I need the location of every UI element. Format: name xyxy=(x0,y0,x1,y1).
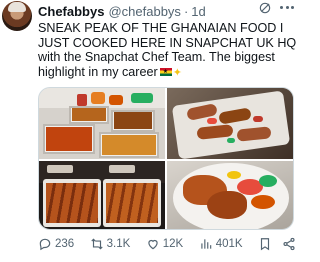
buffet-trays-photo[interactable] xyxy=(39,88,165,159)
reply-icon xyxy=(39,238,51,251)
views-icon xyxy=(201,239,211,249)
repost-button[interactable]: 3.1K xyxy=(90,237,131,251)
reply-button[interactable]: 236 xyxy=(38,237,74,251)
sparkles-icon: ✦ xyxy=(172,66,182,79)
more-icon[interactable] xyxy=(280,6,294,10)
separator: · xyxy=(183,3,189,19)
share-icon[interactable] xyxy=(282,237,296,251)
tweet-line: with the Snapchat Chef Team. The biggest xyxy=(38,50,275,65)
like-button[interactable]: 12K xyxy=(146,237,183,251)
repost-icon xyxy=(90,238,103,250)
views-count: 401K xyxy=(215,238,243,250)
timestamp[interactable]: 1d xyxy=(191,4,205,19)
media-grid xyxy=(38,87,294,230)
author-name[interactable]: Chefabbys xyxy=(38,4,104,19)
avatar[interactable] xyxy=(2,1,32,31)
tweet-line: SNEAK PEAK OF THE GHANAIAN FOOD I xyxy=(38,21,284,35)
repost-count: 3.1K xyxy=(106,238,131,250)
tweet[interactable]: Chefabbys @chefabbys · 1d SNEAK PEAK OF … xyxy=(0,0,300,262)
tweet-line: JUST COOKED HERE IN SNAPCHAT UK HQ xyxy=(38,35,297,50)
bookmark-icon[interactable] xyxy=(258,237,272,251)
ghana-flag-icon xyxy=(159,65,172,79)
action-bar: 236 3.1K 12K 401K xyxy=(38,236,296,252)
author-handle[interactable]: @chefabbys xyxy=(108,4,180,19)
meat-skewers-trays-photo[interactable] xyxy=(39,161,165,229)
chicken-plate-photo[interactable] xyxy=(167,161,293,229)
tweet-line-last: highlight in my career ✦ xyxy=(38,65,296,81)
tweet-text: SNEAK PEAK OF THE GHANAIAN FOOD I JUST C… xyxy=(38,21,296,80)
views-button[interactable]: 401K xyxy=(199,237,243,251)
grok-icon[interactable] xyxy=(258,1,272,15)
reply-count: 236 xyxy=(55,238,75,250)
grilled-fish-platter-photo[interactable] xyxy=(167,88,293,159)
tweet-line-text: highlight in my career xyxy=(38,64,158,79)
like-icon xyxy=(148,239,158,250)
like-count: 12K xyxy=(162,238,184,250)
